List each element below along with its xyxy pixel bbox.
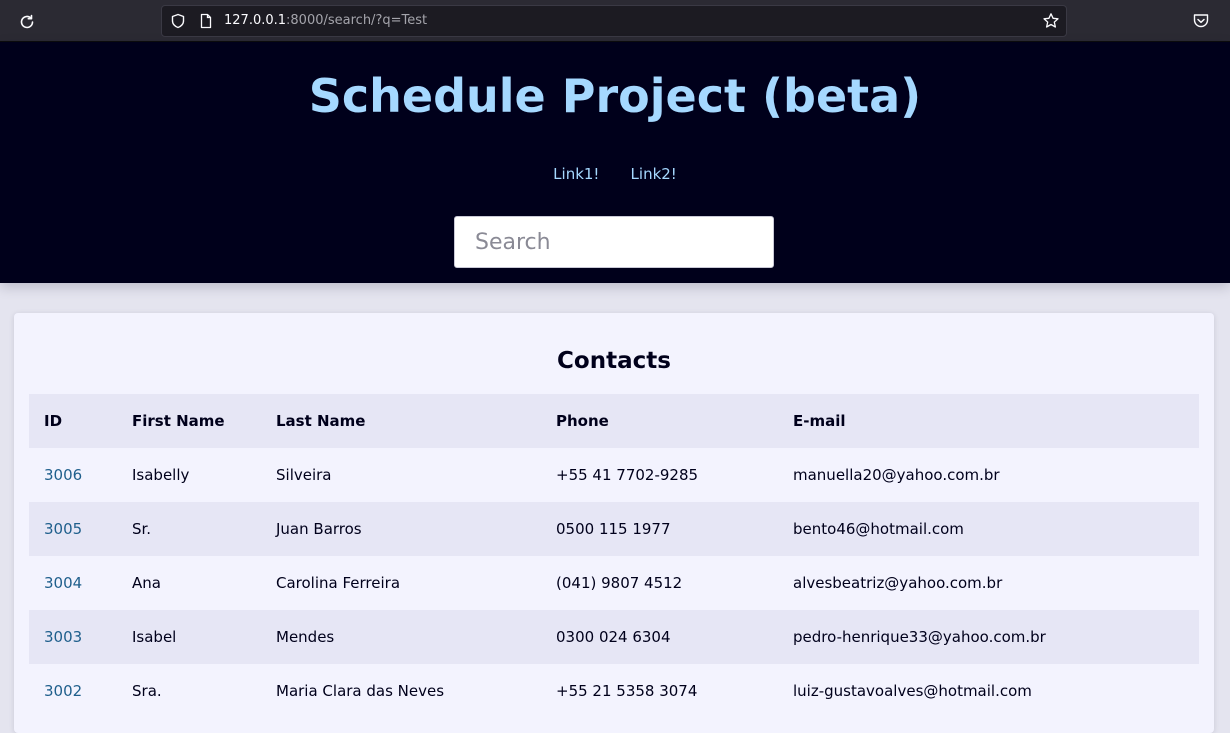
nav-link-2[interactable]: Link2! bbox=[631, 163, 677, 185]
table-row: 3004 Ana Carolina Ferreira (041) 9807 45… bbox=[29, 556, 1199, 610]
cell-phone: +55 41 7702-9285 bbox=[556, 466, 699, 484]
contact-id-link[interactable]: 3004 bbox=[44, 574, 82, 592]
cell-first-name: Ana bbox=[132, 574, 161, 592]
column-header-first-name: First Name bbox=[132, 412, 225, 430]
site-header: Schedule Project (beta) Link1! Link2! bbox=[0, 42, 1230, 283]
cell-id: 3005 bbox=[29, 502, 117, 556]
cell-id: 3002 bbox=[29, 664, 117, 718]
site-title[interactable]: Schedule Project (beta) bbox=[0, 64, 1230, 128]
cell-first-name: Sr. bbox=[132, 520, 152, 538]
main-nav: Link1! Link2! bbox=[0, 163, 1230, 185]
table-header-row: ID First Name Last Name Phone E-mail bbox=[29, 394, 1199, 448]
contacts-table: ID First Name Last Name Phone E-mail 300… bbox=[29, 394, 1199, 718]
cell-id: 3004 bbox=[29, 556, 117, 610]
cell-phone: +55 21 5358 3074 bbox=[556, 682, 698, 700]
cell-id: 3003 bbox=[29, 610, 117, 664]
reload-icon bbox=[20, 14, 34, 29]
bookmark-star-icon[interactable] bbox=[1042, 12, 1060, 30]
column-header-id: ID bbox=[44, 412, 63, 430]
url-path: :8000/search/?q=Test bbox=[286, 13, 428, 28]
search-input[interactable] bbox=[454, 216, 774, 268]
cell-id: 3006 bbox=[29, 448, 117, 502]
browser-toolbar: 127.0.0.1:8000/search/?q=Test bbox=[0, 0, 1230, 42]
cell-email: manuella20@yahoo.com.br bbox=[793, 466, 1000, 484]
cell-last-name: Silveira bbox=[276, 466, 332, 484]
table-row: 3002 Sra. Maria Clara das Neves +55 21 5… bbox=[29, 664, 1199, 718]
cell-email: luiz-gustavoalves@hotmail.com bbox=[793, 682, 1032, 700]
cell-last-name: Mendes bbox=[276, 628, 335, 646]
cell-email: bento46@hotmail.com bbox=[793, 520, 964, 538]
column-header-phone: Phone bbox=[556, 412, 609, 430]
cell-phone: 0500 115 1977 bbox=[556, 520, 671, 538]
column-header-email: E-mail bbox=[793, 412, 846, 430]
cell-phone: 0300 024 6304 bbox=[556, 628, 671, 646]
cell-email: alvesbeatriz@yahoo.com.br bbox=[793, 574, 1003, 592]
contacts-card: Contacts ID First Name Last Name Phone E… bbox=[14, 313, 1214, 733]
contacts-title: Contacts bbox=[557, 348, 671, 374]
table-row: 3006 Isabelly Silveira +55 41 7702-9285 … bbox=[29, 448, 1199, 502]
contact-id-link[interactable]: 3002 bbox=[44, 682, 82, 700]
cell-last-name: Maria Clara das Neves bbox=[276, 682, 445, 700]
url-host: 127.0.0.1 bbox=[224, 13, 287, 28]
cell-email: pedro-henrique33@yahoo.com.br bbox=[793, 628, 1046, 646]
cell-last-name: Carolina Ferreira bbox=[276, 574, 401, 592]
cell-first-name: Isabelly bbox=[132, 466, 190, 484]
address-bar[interactable]: 127.0.0.1:8000/search/?q=Test bbox=[161, 5, 1067, 37]
page-icon[interactable] bbox=[198, 13, 214, 29]
cell-last-name: Juan Barros bbox=[276, 520, 362, 538]
contact-id-link[interactable]: 3006 bbox=[44, 466, 82, 484]
contact-id-link[interactable]: 3005 bbox=[44, 520, 82, 538]
cell-first-name: Sra. bbox=[132, 682, 162, 700]
url-text[interactable]: 127.0.0.1:8000/search/?q=Test bbox=[224, 12, 427, 30]
cell-first-name: Isabel bbox=[132, 628, 177, 646]
reload-button[interactable] bbox=[16, 11, 38, 33]
contact-id-link[interactable]: 3003 bbox=[44, 628, 82, 646]
pocket-icon[interactable] bbox=[1192, 12, 1210, 30]
column-header-last-name: Last Name bbox=[276, 412, 366, 430]
nav-link-1[interactable]: Link1! bbox=[553, 163, 599, 185]
table-row: 3003 Isabel Mendes 0300 024 6304 pedro-h… bbox=[29, 610, 1199, 664]
table-row: 3005 Sr. Juan Barros 0500 115 1977 bento… bbox=[29, 502, 1199, 556]
shield-icon[interactable] bbox=[170, 13, 186, 29]
cell-phone: (041) 9807 4512 bbox=[556, 574, 683, 592]
